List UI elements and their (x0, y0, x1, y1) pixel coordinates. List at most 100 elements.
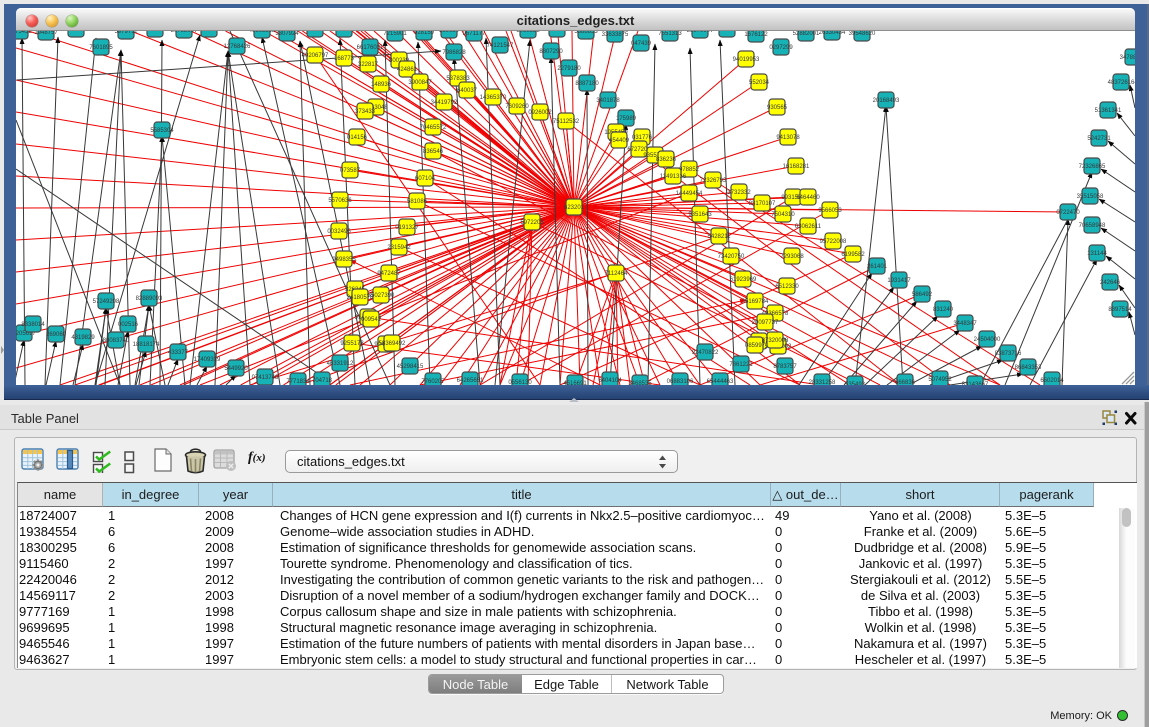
svg-text:373433: 373433 (355, 109, 376, 115)
svg-text:261401: 261401 (867, 264, 888, 270)
svg-text:5428211: 5428211 (708, 234, 732, 240)
svg-text:7104974: 7104974 (143, 31, 167, 33)
svg-text:8338014: 8338014 (21, 322, 45, 328)
svg-text:6464460: 6464460 (796, 195, 820, 201)
svg-text:0297299: 0297299 (769, 45, 793, 51)
svg-text:640037: 640037 (457, 88, 478, 94)
svg-text:75112532: 75112532 (553, 119, 580, 125)
svg-text:9118625: 9118625 (65, 31, 89, 33)
svg-text:3468535: 3468535 (628, 381, 652, 385)
svg-text:07413748: 07413748 (252, 375, 279, 381)
svg-text:6404104: 6404104 (598, 378, 622, 384)
svg-text:0191327: 0191327 (395, 225, 419, 231)
svg-text:7504310: 7504310 (771, 212, 795, 218)
svg-text:48372616: 48372616 (1108, 80, 1135, 86)
svg-text:05169784: 05169784 (742, 299, 769, 305)
svg-text:46331912: 46331912 (327, 361, 354, 367)
svg-text:131144: 131144 (1087, 251, 1107, 257)
svg-text:12768426: 12768426 (224, 44, 251, 50)
svg-text:85027390: 85027390 (368, 293, 395, 299)
svg-text:34788783: 34788783 (1120, 55, 1135, 61)
svg-text:7293068: 7293068 (780, 254, 804, 260)
svg-text:2315942: 2315942 (387, 245, 411, 251)
svg-text:7551313: 7551313 (658, 31, 682, 37)
svg-text:031776: 031776 (632, 135, 653, 141)
svg-text:74121547: 74121547 (487, 43, 514, 49)
svg-text:836236: 836236 (656, 157, 677, 163)
svg-text:7771834: 7771834 (286, 379, 310, 385)
svg-text:95722008: 95722008 (820, 239, 847, 245)
svg-text:66176031: 66176031 (357, 45, 384, 51)
svg-text:7975432: 7975432 (16, 31, 32, 35)
svg-text:14449454: 14449454 (676, 191, 703, 197)
svg-text:7986828: 7986828 (442, 50, 466, 56)
svg-text:2890786: 2890786 (332, 31, 356, 33)
svg-text:581086: 581086 (407, 199, 428, 205)
svg-text:7601895: 7601895 (89, 45, 113, 51)
svg-text:11491316: 11491316 (660, 174, 687, 180)
svg-text:65444463: 65444463 (707, 379, 734, 385)
svg-text:94019953: 94019953 (733, 57, 760, 63)
svg-text:002516: 002516 (118, 322, 139, 328)
svg-text:58369492: 58369492 (379, 341, 406, 347)
svg-text:45298415: 45298415 (397, 364, 424, 370)
svg-text:322817: 322817 (358, 62, 379, 68)
svg-text:7112464: 7112464 (605, 271, 629, 277)
svg-text:0032496: 0032496 (327, 229, 351, 235)
svg-text:8783757: 8783757 (773, 364, 797, 370)
svg-text:5242731: 5242731 (1087, 136, 1111, 142)
svg-text:9255173: 9255173 (340, 341, 364, 347)
svg-text:70465572: 70465572 (420, 125, 447, 131)
svg-text:64265651: 64265651 (457, 378, 484, 384)
svg-text:92470822: 92470822 (692, 350, 719, 356)
svg-text:269060: 269060 (46, 332, 67, 338)
svg-text:6502014: 6502014 (1040, 378, 1064, 384)
svg-text:841485: 841485 (547, 31, 568, 33)
svg-text:0926002: 0926002 (528, 110, 552, 116)
svg-text:35515058: 35515058 (1077, 194, 1104, 200)
svg-text:1676122: 1676122 (744, 32, 768, 38)
svg-text:4319829: 4319829 (71, 335, 95, 341)
svg-text:16168281: 16168281 (783, 164, 810, 170)
svg-text:623201: 623201 (564, 205, 585, 211)
svg-text:139624: 139624 (439, 31, 460, 34)
svg-text:836546: 836546 (423, 149, 444, 155)
svg-text:61923969: 61923969 (730, 277, 757, 283)
svg-text:3732332: 3732332 (727, 190, 751, 196)
svg-text:5074952: 5074952 (928, 377, 952, 383)
svg-text:8897514: 8897514 (1108, 307, 1132, 313)
svg-text:535493: 535493 (845, 382, 866, 385)
svg-text:009541: 009541 (361, 317, 382, 323)
svg-text:1163726: 1163726 (716, 31, 740, 33)
svg-text:33633875: 33633875 (602, 32, 629, 38)
svg-text:50752917: 50752917 (171, 31, 198, 34)
svg-text:26330434: 26330434 (819, 31, 846, 36)
svg-text:17409319: 17409319 (194, 357, 221, 363)
svg-text:72326793: 72326793 (700, 178, 727, 184)
svg-text:454409: 454409 (609, 138, 630, 144)
svg-text:39548620: 39548620 (849, 31, 876, 37)
svg-text:20168493: 20168493 (873, 98, 900, 104)
svg-text:7760207: 7760207 (421, 379, 445, 385)
svg-text:3900847: 3900847 (408, 80, 432, 86)
svg-text:6199582: 6199582 (841, 252, 865, 258)
svg-text:9566053: 9566053 (818, 208, 842, 214)
svg-text:704718: 704718 (312, 378, 333, 384)
svg-text:7861221: 7861221 (729, 362, 753, 368)
svg-text:83873716: 83873716 (995, 351, 1022, 357)
svg-text:666836: 666836 (895, 380, 916, 385)
svg-text:24504000: 24504000 (974, 337, 1001, 343)
svg-text:34419792: 34419792 (431, 100, 458, 106)
svg-text:86843353: 86843353 (1015, 365, 1042, 371)
svg-text:1948757: 1948757 (34, 31, 58, 36)
svg-text:831240: 831240 (933, 307, 954, 313)
svg-text:83170107: 83170107 (749, 201, 776, 207)
svg-text:168773: 168773 (334, 56, 355, 62)
svg-text:0268599: 0268599 (303, 31, 327, 33)
svg-text:5585304: 5585304 (150, 128, 174, 134)
svg-text:552034: 552034 (749, 80, 770, 86)
svg-text:586492: 586492 (912, 292, 933, 298)
svg-text:14365370: 14365370 (480, 95, 507, 101)
svg-text:175989: 175989 (616, 116, 637, 122)
svg-text:9571177: 9571177 (463, 31, 487, 37)
